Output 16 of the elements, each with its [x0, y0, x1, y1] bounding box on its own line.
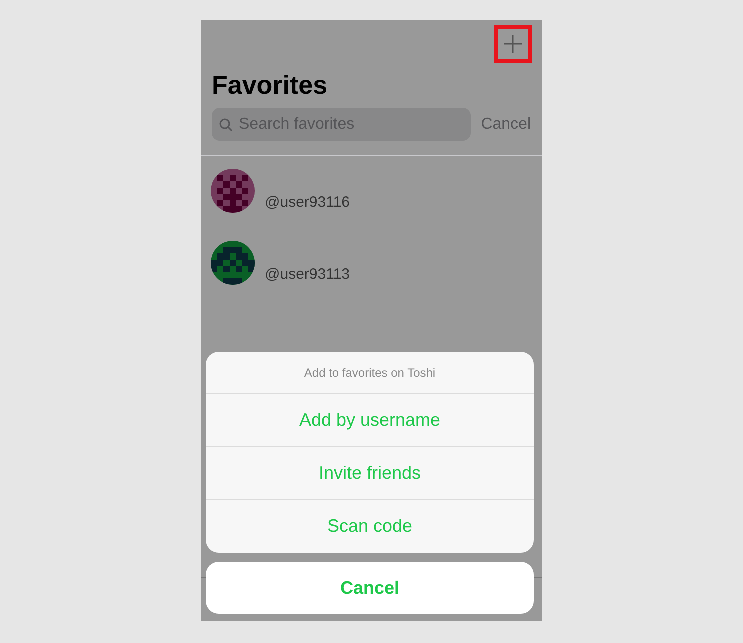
plus-icon [503, 34, 523, 54]
search-icon [219, 118, 233, 132]
favorite-row[interactable]: @user93113 [201, 228, 542, 299]
avatar [211, 169, 255, 214]
action-option[interactable]: Scan code [206, 500, 534, 553]
favorite-row[interactable]: @user93116 [201, 156, 542, 228]
username: @user93113 [265, 264, 350, 284]
action-option[interactable]: Invite friends [206, 447, 534, 500]
action-option[interactable]: Add by username [206, 394, 534, 447]
add-button[interactable] [494, 25, 532, 63]
cancel-button[interactable]: Cancel [206, 562, 534, 614]
avatar [211, 240, 255, 285]
page-title: Favorites [211, 69, 329, 102]
action-sheet-title: Add to favorites on Toshi [206, 352, 534, 394]
username: @user93116 [265, 193, 350, 213]
cancel-search-button[interactable]: Cancel [481, 112, 531, 136]
